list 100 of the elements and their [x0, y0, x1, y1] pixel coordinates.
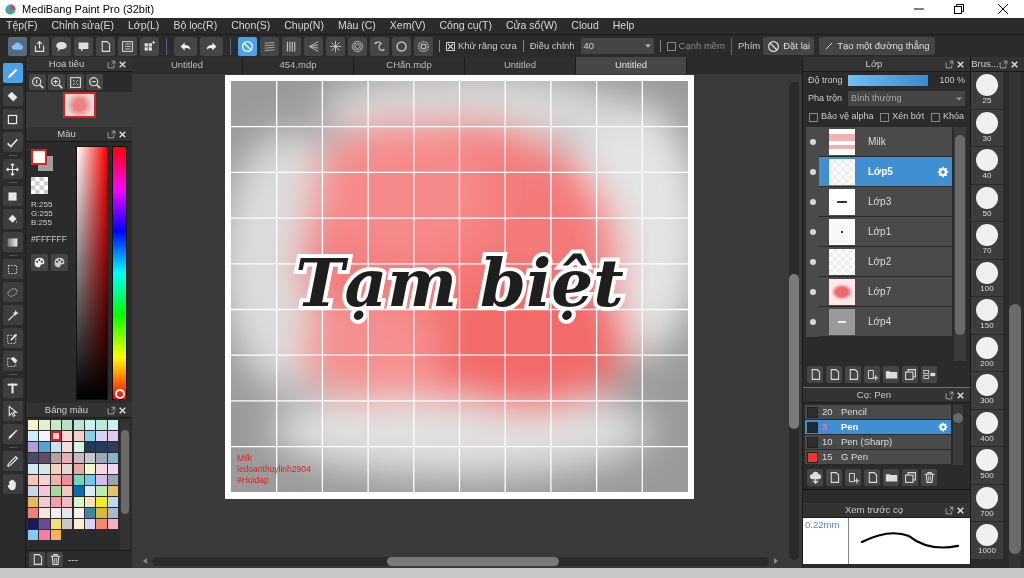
brush-size-label: 400 [980, 433, 994, 444]
blend-dropdown[interactable]: Bình thường [848, 91, 965, 106]
brush-size-label: 50 [982, 208, 992, 219]
brush-size: 20 [822, 404, 834, 419]
menu-item[interactable]: Xem(V) [389, 18, 426, 34]
rgb-value: G:255 [31, 209, 54, 218]
menu-item[interactable]: Màu (C) [337, 18, 376, 34]
signature-text: #Hoidap [237, 475, 270, 486]
layer-row[interactable]: Lớp1 [806, 217, 952, 247]
brush-size-preset[interactable]: 25 [971, 72, 1003, 110]
reset-button[interactable]: Đặt lại [763, 37, 815, 55]
brush-size-preset[interactable]: 400 [971, 409, 1003, 447]
brush-size-preset[interactable]: 100 [971, 259, 1003, 297]
layer-row[interactable]: Lớp7 [806, 277, 952, 307]
layer-name: Lớp4 [868, 315, 893, 329]
brush-size: 10 [822, 434, 834, 449]
brush-size-preset[interactable]: 300 [971, 372, 1003, 410]
checkbox-label: Xén bớt [892, 110, 925, 124]
menu-item[interactable]: Chỉnh sửa(E) [51, 18, 114, 34]
brush-name: Pen [841, 419, 860, 434]
layer-name: Lớp2 [868, 255, 893, 269]
dropdown-value: Bình thường [851, 91, 903, 105]
menu-item[interactable]: Chụp(N) [284, 18, 324, 34]
brush-size-preset[interactable]: 200 [971, 334, 1003, 372]
menu-item[interactable]: Cloud [571, 18, 599, 34]
checkbox[interactable]: Khử răng cưa [446, 38, 517, 54]
checkbox[interactable]: Bảo vệ alpha [809, 110, 874, 124]
brush-size-label: 100 [980, 283, 994, 294]
brush-name: G Pen [841, 449, 869, 464]
menu-item[interactable]: Tệp(F) [6, 18, 38, 34]
brush-size-label: 150 [980, 321, 994, 332]
checkbox-label: Bảo vệ alpha [821, 110, 874, 124]
brush-size-preset[interactable]: 500 [971, 447, 1003, 485]
window-title: MediBang Paint Pro (32bit) [22, 1, 155, 17]
brush-size-preset[interactable]: 50 [971, 184, 1003, 222]
brush-size-preset[interactable]: 30 [971, 109, 1003, 147]
adjust-label: Điều chỉnh [529, 38, 575, 53]
menu-item[interactable]: Bộ lọc(R) [173, 18, 218, 34]
layer-name: Lớp7 [868, 285, 893, 299]
layer-row[interactable]: Lớp3 [806, 187, 952, 217]
brush-row[interactable]: 20 Pencil [805, 405, 951, 420]
brush-name: Pen (Sharp) [841, 434, 894, 449]
brush-size: 3 [822, 419, 829, 434]
menu-item[interactable]: Cửa sổ(W) [505, 18, 558, 34]
brush-size: 15 [822, 449, 834, 464]
brush-name: Pencil [841, 404, 868, 419]
brush-row[interactable]: 10 Pen (Sharp) [805, 435, 951, 450]
panel-title: Hoa tiêu [47, 56, 86, 71]
keys-label: Phím [738, 38, 761, 53]
brush-size-label: 500 [980, 471, 994, 482]
brush-size-label: 300 [980, 396, 994, 407]
brush-size-preset[interactable]: 700 [971, 484, 1003, 522]
checkbox-label: Cạnh mềm [678, 38, 726, 53]
brush-row[interactable]: 15 G Pen [805, 450, 951, 465]
layer-row[interactable]: Milk [806, 127, 952, 157]
checkbox-label: Khử răng cưa [458, 38, 517, 53]
create-line-button[interactable]: Tạo một đường thẳng [819, 37, 935, 55]
panel-title: Cọ: Pen [855, 387, 893, 402]
layer-name: Milk [868, 135, 887, 149]
panel-title: Bảng màu [43, 402, 90, 417]
panel-title: Xem trước cọ [844, 502, 904, 517]
menu-item[interactable]: Công cụ(T) [439, 18, 492, 34]
checkbox[interactable]: Khóa [930, 110, 964, 124]
checkbox-label: Khóa [942, 110, 964, 124]
panel-title: Màu [56, 126, 77, 141]
brush-size-preset[interactable]: 1000 [971, 522, 1003, 560]
brush-size-label: 30 [982, 133, 992, 144]
layer-name: Lớp1 [868, 225, 893, 239]
rgb-value: B:255 [31, 218, 53, 227]
layer-row[interactable]: Lớp2 [806, 247, 952, 277]
adjust-dropdown[interactable]: 40 [580, 38, 654, 54]
brush-size-label: 25 [982, 96, 992, 107]
hex-value: #FFFFFF [31, 233, 68, 246]
document-tab[interactable]: Untitled [576, 57, 687, 74]
menu-item[interactable]: Help [612, 18, 635, 34]
brush-size-label: 70 [982, 246, 992, 257]
panel-title: Brus... [971, 56, 999, 71]
brush-size-preset[interactable]: 70 [971, 222, 1003, 260]
brush-size-label: 40 [982, 171, 992, 182]
palette-name: --- [68, 553, 78, 567]
signature-text: Milk [237, 453, 254, 464]
panel-title: Lớp [864, 56, 884, 71]
opacity-label: Độ trong [808, 73, 843, 87]
rgb-value: R:255 [31, 200, 54, 209]
layer-row[interactable]: Lớp4 [806, 307, 952, 337]
brush-size-preset[interactable]: 40 [971, 147, 1003, 185]
menu-item[interactable]: Lớp(L) [127, 18, 160, 34]
brush-size-label: 700 [980, 508, 994, 519]
menu-item[interactable]: Chọn(S) [231, 18, 271, 34]
layer-name: Lớp5 [868, 165, 894, 179]
layer-name: Lớp3 [868, 195, 893, 209]
checkbox[interactable]: Cạnh mềm [666, 38, 726, 54]
brush-size-label: 1000 [978, 546, 996, 557]
brush-size-label: 200 [980, 358, 994, 369]
dropdown-value: 40 [583, 38, 596, 53]
blend-label: Pha trộn [808, 91, 843, 105]
brush-size-reading: 0.22mm [803, 518, 849, 564]
checkbox[interactable]: Xén bớt [880, 110, 925, 124]
brush-size-preset[interactable]: 150 [971, 297, 1003, 335]
opacity-value: 100 % [939, 73, 965, 87]
